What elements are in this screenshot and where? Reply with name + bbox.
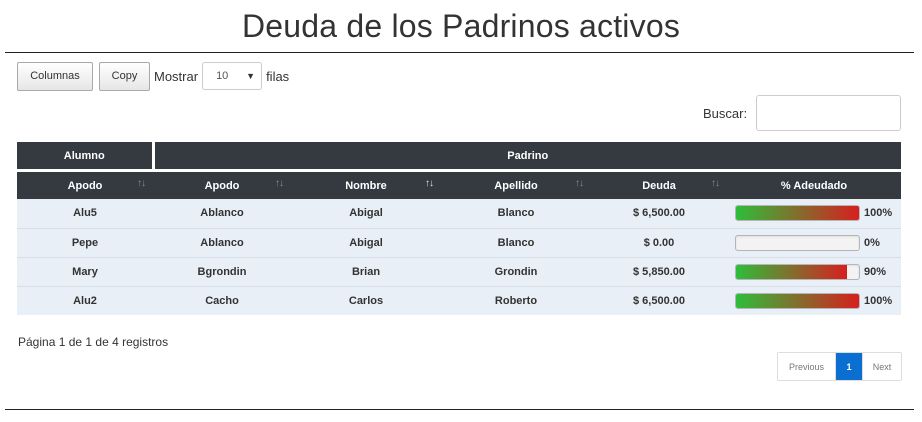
table-toolbar: Columnas Copy Mostrar 10 ▼ filas: [17, 61, 289, 91]
search-label: Buscar:: [703, 106, 748, 121]
progress-fill: [736, 206, 859, 221]
column-header-label: Deuda: [642, 179, 676, 192]
column-header-nombre[interactable]: Nombre ↑↓: [291, 172, 441, 199]
length-label: Mostrar: [154, 68, 199, 84]
column-header-alumno-apodo[interactable]: Apodo ↑↓: [17, 172, 153, 199]
column-header-apellido[interactable]: Apellido ↑↓: [441, 172, 591, 199]
cell-nombre: Brian: [291, 256, 441, 286]
table-row: Pepe Ablanco Abigal Blanco $ 0.00 0%: [17, 227, 902, 257]
cell-deuda: $ 6,500.00: [591, 199, 727, 228]
table-body: Alu5 Ablanco Abigal Blanco $ 6,500.00 100% Pep…: [17, 199, 902, 315]
cell-padrino-apodo: Cacho: [153, 285, 291, 315]
cell-adeudado: 100%: [727, 285, 902, 315]
column-header-label: Nombre: [345, 179, 387, 192]
percent-label: 90%: [864, 265, 887, 278]
chevron-down-icon: ▼: [246, 71, 256, 81]
column-header-padrino-apodo[interactable]: Apodo ↑↓: [153, 172, 291, 199]
progress-bar: [735, 205, 860, 222]
cell-adeudado: 0%: [727, 227, 902, 257]
pagination: Previous 1 Next: [777, 352, 902, 381]
cell-apellido: Blanco: [441, 199, 591, 228]
column-header-deuda[interactable]: Deuda ↑↓: [591, 172, 727, 199]
cell-padrino-apodo: Ablanco: [153, 199, 291, 228]
cell-nombre: Carlos: [291, 285, 441, 315]
sort-arrows-icon: ↑↓: [425, 178, 434, 189]
group-header-padrino: Padrino: [153, 142, 902, 169]
cell-apellido: Grondin: [441, 256, 591, 286]
sort-arrows-icon: ↑↓: [575, 178, 584, 189]
table-row: Alu2 Cacho Carlos Roberto $ 6,500.00 100%: [17, 285, 902, 315]
cell-nombre: Abigal: [291, 199, 441, 228]
table-info: Página 1 de 1 de 4 registros: [18, 335, 169, 349]
table-row: Mary Bgrondin Brian Grondin $ 5,850.00 90%: [17, 256, 902, 286]
percent-label: 100%: [864, 207, 893, 220]
cell-apellido: Roberto: [441, 285, 591, 315]
sort-arrows-icon: ↑↓: [275, 178, 284, 189]
page-title: Deuda de los Padrinos activos: [241, 8, 681, 44]
progress-bar: [735, 292, 860, 309]
cell-padrino-apodo: Ablanco: [153, 227, 291, 257]
previous-page-button[interactable]: Previous: [778, 353, 836, 380]
progress-fill: [736, 293, 859, 308]
length-suffix: filas: [266, 68, 290, 84]
column-header-label: Apodo: [67, 179, 103, 192]
cell-adeudado: 90%: [727, 256, 902, 286]
cell-alumno-apodo: Alu2: [17, 285, 153, 315]
cell-alumno-apodo: Mary: [17, 256, 153, 286]
column-header-label: % Adeudado: [780, 179, 848, 192]
group-header-alumno: Alumno: [17, 142, 155, 169]
debt-table: Alumno Padrino Apodo ↑↓ Apodo ↑↓ Nombre ↑↓ Ape…: [17, 142, 902, 315]
cell-padrino-apodo: Bgrondin: [153, 256, 291, 286]
cell-adeudado: 100%: [727, 199, 902, 228]
cell-deuda: $ 0.00: [591, 227, 727, 257]
cell-nombre: Abigal: [291, 227, 441, 257]
cell-apellido: Blanco: [441, 227, 591, 257]
sort-arrows-icon: ↑↓: [137, 178, 146, 189]
next-page-button[interactable]: Next: [862, 353, 901, 380]
table-row: Alu5 Ablanco Abigal Blanco $ 6,500.00 100%: [17, 199, 902, 228]
cell-deuda: $ 5,850.00: [591, 256, 727, 286]
search-input[interactable]: [756, 95, 901, 131]
column-header-adeudado[interactable]: % Adeudado: [727, 172, 902, 199]
page-length-value: 10: [216, 70, 229, 82]
percent-label: 0%: [864, 236, 880, 249]
progress-bar: [735, 234, 860, 251]
cell-alumno-apodo: Alu5: [17, 199, 153, 228]
page-length-select[interactable]: 10 ▼: [202, 62, 263, 90]
sort-arrows-icon: ↑↓: [711, 178, 720, 189]
page-1-button[interactable]: 1: [836, 353, 862, 380]
progress-fill: [736, 264, 847, 279]
top-divider: [5, 52, 914, 53]
columns-button[interactable]: Columnas: [17, 61, 93, 91]
copy-button[interactable]: Copy: [99, 61, 150, 91]
column-header-row: Apodo ↑↓ Apodo ↑↓ Nombre ↑↓ Apellido ↑↓ Deuda ↑↓%…: [17, 172, 902, 199]
bottom-divider: [5, 409, 914, 410]
cell-deuda: $ 6,500.00: [591, 285, 727, 315]
cell-alumno-apodo: Pepe: [17, 227, 153, 257]
column-header-label: Apellido: [494, 179, 538, 192]
progress-bar: [735, 263, 860, 280]
percent-label: 100%: [864, 294, 893, 307]
column-header-label: Apodo: [204, 179, 240, 192]
